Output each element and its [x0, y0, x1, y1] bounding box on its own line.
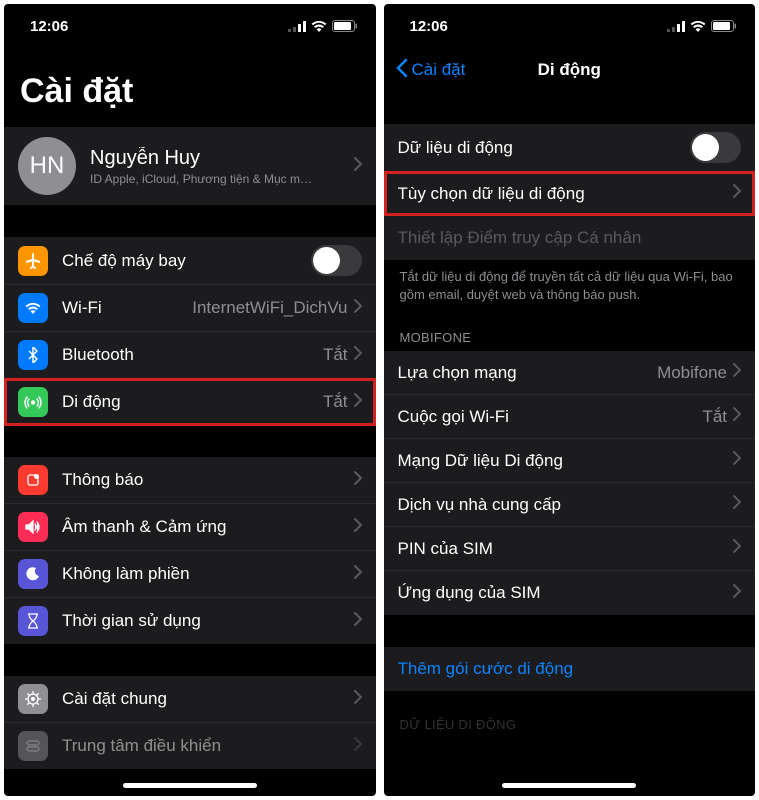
bluetooth-icon: [18, 340, 48, 370]
network-value: Mobifone: [657, 363, 727, 383]
sim-applications-row[interactable]: Ứng dụng của SIM: [384, 571, 756, 615]
network-selection-row[interactable]: Lựa chọn mạng Mobifone: [384, 351, 756, 395]
airplane-toggle[interactable]: [311, 245, 362, 276]
wifi-calling-row[interactable]: Cuộc gọi Wi-Fi Tắt: [384, 395, 756, 439]
chevron-right-icon: [733, 407, 741, 426]
cellular-data-toggle[interactable]: [690, 132, 741, 163]
add-cellular-plan-row[interactable]: Thêm gói cước di động: [384, 647, 756, 691]
nav-bar: Cài đặt Di động: [384, 48, 756, 92]
status-bar: 12:06: [4, 4, 376, 48]
cellular-data-network-row[interactable]: Mạng Dữ liệu Di động: [384, 439, 756, 483]
bluetooth-value: Tắt: [323, 345, 348, 365]
chevron-left-icon: [396, 58, 408, 83]
apple-id-row[interactable]: HN Nguyễn Huy ID Apple, iCloud, Phương t…: [4, 127, 376, 205]
chevron-right-icon: [733, 184, 741, 203]
cellular-screen: 12:06 Cài đặt Di động Dữ liệu di động Tù…: [384, 4, 756, 796]
battery-icon: [711, 20, 737, 32]
chevron-right-icon: [354, 393, 362, 412]
wifi-row[interactable]: Wi-Fi InternetWiFi_DichVu: [4, 285, 376, 332]
switches-icon: [18, 731, 48, 761]
airplane-icon: [18, 246, 48, 276]
notifications-row[interactable]: Thông báo: [4, 457, 376, 504]
back-button[interactable]: Cài đặt: [396, 58, 466, 83]
page-title: Cài đặt: [4, 48, 376, 121]
chevron-right-icon: [354, 299, 362, 318]
status-icons: [667, 20, 737, 32]
cellular-data-row[interactable]: Dữ liệu di động: [384, 124, 756, 172]
avatar: HN: [18, 137, 76, 195]
chevron-right-icon: [733, 363, 741, 382]
cellular-data-options-row[interactable]: Tùy chọn dữ liệu di động: [384, 172, 756, 216]
status-bar: 12:06: [384, 4, 756, 48]
sounds-row[interactable]: Âm thanh & Cảm ứng: [4, 504, 376, 551]
wifi-icon: [690, 21, 706, 32]
chevron-right-icon: [354, 737, 362, 756]
home-indicator[interactable]: [123, 783, 257, 788]
bluetooth-row[interactable]: Bluetooth Tắt: [4, 332, 376, 379]
settings-list: HN Nguyễn Huy ID Apple, iCloud, Phương t…: [4, 121, 376, 796]
nav-title: Di động: [538, 60, 601, 80]
chevron-right-icon: [354, 565, 362, 584]
chevron-right-icon: [354, 157, 362, 176]
chevron-right-icon: [354, 346, 362, 365]
cellular-value: Tắt: [323, 392, 348, 412]
wifi-settings-icon: [18, 293, 48, 323]
dnd-row[interactable]: Không làm phiền: [4, 551, 376, 598]
chevron-right-icon: [354, 518, 362, 537]
status-time: 12:06: [30, 18, 68, 35]
status-icons: [288, 20, 358, 32]
general-row[interactable]: Cài đặt chung: [4, 676, 376, 723]
chevron-right-icon: [354, 612, 362, 631]
cellular-icon: [18, 387, 48, 417]
status-time: 12:06: [410, 18, 448, 35]
wifi-icon: [311, 21, 327, 32]
hourglass-icon: [18, 606, 48, 636]
control-center-row[interactable]: Trung tâm điều khiển: [4, 723, 376, 769]
carrier-section-header: MOBIFONE: [384, 324, 756, 351]
personal-hotspot-row: Thiết lập Điểm truy cập Cá nhân: [384, 216, 756, 260]
airplane-mode-row[interactable]: Chế độ máy bay: [4, 237, 376, 285]
cellular-data-footer: Tắt dữ liệu di động để truyền tất cả dữ …: [384, 260, 756, 324]
wifi-value: InternetWiFi_DichVu: [192, 298, 347, 318]
notifications-icon: [18, 465, 48, 495]
chevron-right-icon: [354, 471, 362, 490]
moon-icon: [18, 559, 48, 589]
screentime-row[interactable]: Thời gian sử dụng: [4, 598, 376, 644]
sim-pin-row[interactable]: PIN của SIM: [384, 527, 756, 571]
cellular-list: Dữ liệu di động Tùy chọn dữ liệu di động…: [384, 92, 756, 796]
sounds-icon: [18, 512, 48, 542]
profile-name: Nguyễn Huy: [90, 147, 354, 170]
chevron-right-icon: [354, 690, 362, 709]
signal-icon: [288, 21, 306, 32]
chevron-right-icon: [733, 495, 741, 514]
signal-icon: [667, 21, 685, 32]
settings-screen: 12:06 Cài đặt HN Nguyễn Huy ID Apple, iC…: [4, 4, 376, 796]
profile-subtitle: ID Apple, iCloud, Phương tiện & Mục m…: [90, 172, 354, 186]
gear-icon: [18, 684, 48, 714]
cellular-data-usage-header: DỮ LIỆU DI ĐỘNG: [384, 711, 756, 738]
chevron-right-icon: [733, 584, 741, 603]
cellular-row[interactable]: Di động Tắt: [4, 379, 376, 425]
chevron-right-icon: [733, 451, 741, 470]
home-indicator[interactable]: [502, 783, 636, 788]
wifi-calling-value: Tắt: [702, 407, 727, 427]
battery-icon: [332, 20, 358, 32]
carrier-services-row[interactable]: Dịch vụ nhà cung cấp: [384, 483, 756, 527]
chevron-right-icon: [733, 539, 741, 558]
